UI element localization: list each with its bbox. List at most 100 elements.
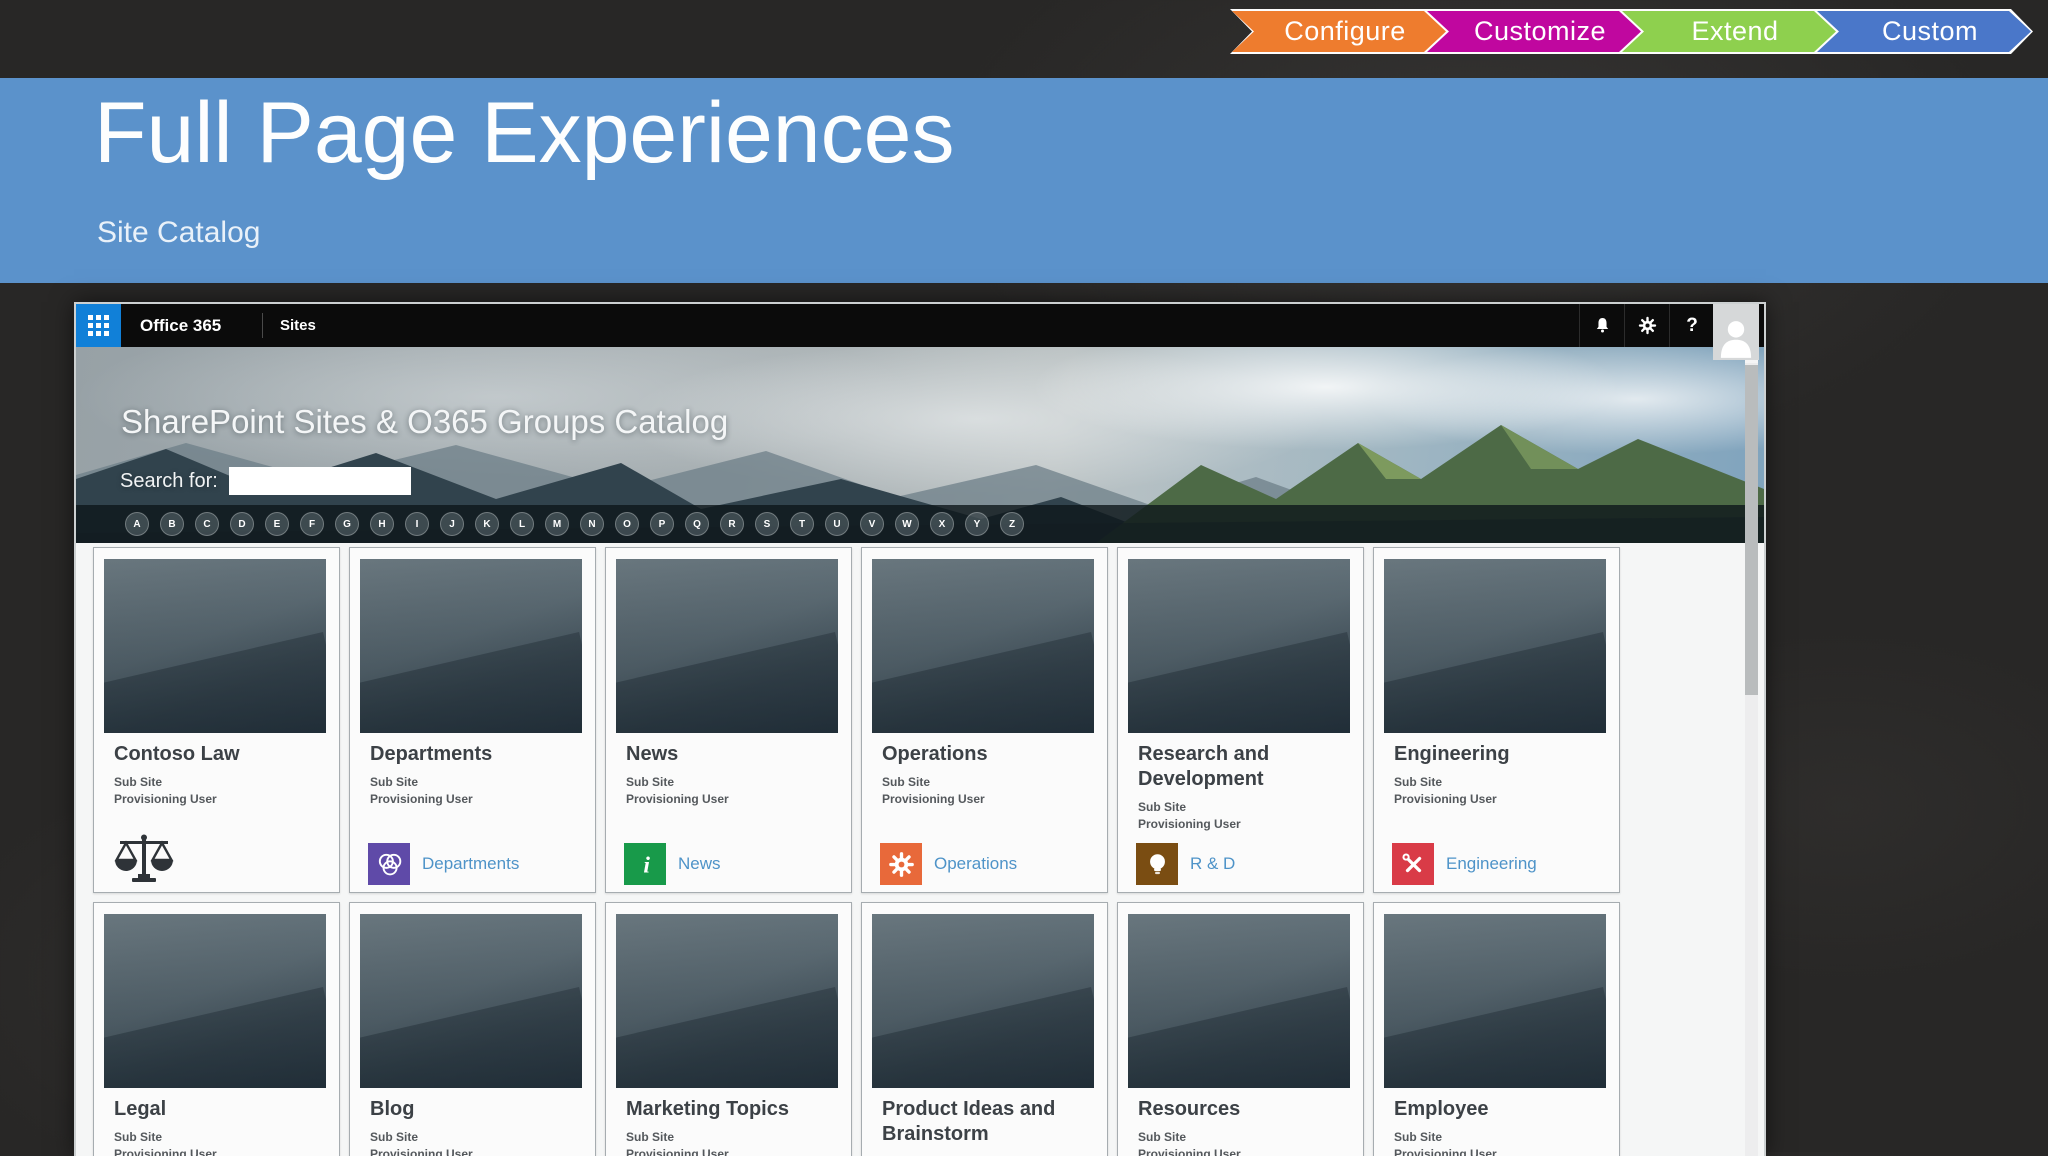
arrow-customize[interactable]: Customize <box>1425 9 1643 54</box>
arrow-extend[interactable]: Extend <box>1620 9 1838 54</box>
card-row-1: Contoso Law Sub Site Provisioning User D… <box>93 547 1620 893</box>
slide-title-banner: Full Page Experiences Site Catalog <box>0 78 2048 283</box>
site-logo: News <box>624 843 721 885</box>
alpha-filter-M[interactable]: M <box>545 512 569 536</box>
site-card[interactable]: Product Ideas and Brainstorm Sub Site Pr… <box>861 902 1108 1156</box>
site-title: Contoso Law <box>114 743 240 765</box>
alpha-filter-X[interactable]: X <box>930 512 954 536</box>
site-card[interactable]: Departments Sub Site Provisioning User D… <box>349 547 596 893</box>
site-title: Resources <box>1138 1098 1241 1120</box>
site-logo: R & D <box>1136 843 1235 885</box>
site-thumbnail <box>1128 559 1350 733</box>
site-type: Sub Site <box>626 1130 675 1144</box>
site-card[interactable]: Employee Sub Site Provisioning User <box>1373 902 1620 1156</box>
slide-title: Full Page Experiences <box>94 85 955 181</box>
alpha-filter-L[interactable]: L <box>510 512 534 536</box>
site-title: Product Ideas and Brainstorm <box>882 1098 1056 1145</box>
site-logo-label: News <box>678 854 721 873</box>
tools-icon <box>1392 843 1434 885</box>
user-avatar[interactable] <box>1713 304 1759 360</box>
site-thumbnail <box>1128 914 1350 1088</box>
page-scrollbar[interactable] <box>1745 347 1758 1156</box>
site-type: Sub Site <box>370 1130 419 1144</box>
alpha-filter-F[interactable]: F <box>300 512 324 536</box>
alpha-filter-B[interactable]: B <box>160 512 184 536</box>
site-card[interactable]: Blog Sub Site Provisioning User <box>349 902 596 1156</box>
alpha-filter-G[interactable]: G <box>335 512 359 536</box>
alpha-filter-P[interactable]: P <box>650 512 674 536</box>
settings-gear-icon[interactable] <box>1624 304 1669 347</box>
alpha-filter-Q[interactable]: Q <box>685 512 709 536</box>
catalog-hero-banner: SharePoint Sites & O365 Groups Catalog S… <box>76 347 1764 543</box>
site-thumbnail <box>616 559 838 733</box>
arrow-label: Customize <box>1473 16 1607 46</box>
alpha-filter-J[interactable]: J <box>440 512 464 536</box>
alpha-filter-V[interactable]: V <box>860 512 884 536</box>
site-card[interactable]: Marketing Topics Sub Site Provisioning U… <box>605 902 852 1156</box>
site-thumbnail <box>104 559 326 733</box>
site-type: Sub Site <box>882 775 931 789</box>
alpha-filter-N[interactable]: N <box>580 512 604 536</box>
alpha-filter-Y[interactable]: Y <box>965 512 989 536</box>
circles-icon <box>368 843 410 885</box>
site-thumbnail <box>360 559 582 733</box>
site-logo: Departments <box>368 843 519 885</box>
alpha-filter-E[interactable]: E <box>265 512 289 536</box>
alpha-filter-C[interactable]: C <box>195 512 219 536</box>
site-owner: Provisioning User <box>882 792 985 806</box>
scrollbar-thumb[interactable] <box>1745 365 1758 695</box>
app-launcher-button[interactable] <box>76 304 121 347</box>
site-thumbnail <box>104 914 326 1088</box>
alphabet-filter-bar: ABCDEFGHIJKLMNOPQRSTUVWXYZ <box>76 505 1764 543</box>
suite-bar-divider <box>262 313 263 338</box>
site-card[interactable]: Operations Sub Site Provisioning User Op… <box>861 547 1108 893</box>
site-title: Marketing Topics <box>626 1098 789 1120</box>
alpha-filter-R[interactable]: R <box>720 512 744 536</box>
alpha-filter-T[interactable]: T <box>790 512 814 536</box>
site-logo-label: Engineering <box>1446 854 1537 873</box>
catalog-title: SharePoint Sites & O365 Groups Catalog <box>121 403 729 440</box>
bulb-icon <box>1136 843 1178 885</box>
site-card[interactable]: Contoso Law Sub Site Provisioning User <box>93 547 340 893</box>
office365-suite-bar: Office 365 Sites ? <box>76 304 1764 360</box>
alpha-filter-K[interactable]: K <box>475 512 499 536</box>
arrow-label: Custom <box>1881 16 1979 46</box>
site-thumbnail <box>1384 559 1606 733</box>
notifications-bell-icon[interactable] <box>1579 304 1624 347</box>
slide-subtitle: Site Catalog <box>97 216 261 249</box>
alpha-filter-O[interactable]: O <box>615 512 639 536</box>
site-type: Sub Site <box>370 775 419 789</box>
person-icon <box>1717 316 1755 360</box>
site-title: Departments <box>370 743 493 765</box>
site-card[interactable]: News Sub Site Provisioning User News <box>605 547 852 893</box>
alpha-filter-Z[interactable]: Z <box>1000 512 1024 536</box>
search-input[interactable] <box>228 467 411 495</box>
site-type: Sub Site <box>1138 1130 1187 1144</box>
site-title: Engineering <box>1394 743 1510 765</box>
alpha-filter-U[interactable]: U <box>825 512 849 536</box>
arrow-custom[interactable]: Custom <box>1815 9 2033 54</box>
sites-nav-link[interactable]: Sites <box>280 304 316 347</box>
arrow-label: Extend <box>1691 16 1779 46</box>
site-logo-label: R & D <box>1190 854 1236 873</box>
site-card[interactable]: Engineering Sub Site Provisioning User E… <box>1373 547 1620 893</box>
office365-brand[interactable]: Office 365 <box>140 304 221 347</box>
alpha-filter-A[interactable]: A <box>125 512 149 536</box>
alpha-filter-S[interactable]: S <box>755 512 779 536</box>
site-title: News <box>626 743 679 765</box>
arrow-configure[interactable]: Configure <box>1230 9 1448 54</box>
site-owner: Provisioning User <box>626 1147 729 1156</box>
site-owner: Provisioning User <box>626 792 729 806</box>
site-owner: Provisioning User <box>370 792 473 806</box>
site-card[interactable]: Research and Development Sub Site Provis… <box>1117 547 1364 893</box>
help-icon[interactable]: ? <box>1669 304 1714 347</box>
alpha-filter-W[interactable]: W <box>895 512 919 536</box>
site-type: Sub Site <box>1394 775 1443 789</box>
site-card[interactable]: Resources Sub Site Provisioning User <box>1117 902 1364 1156</box>
alpha-filter-I[interactable]: I <box>405 512 429 536</box>
alpha-filter-D[interactable]: D <box>230 512 254 536</box>
site-owner: Provisioning User <box>370 1147 473 1156</box>
site-logo-label: Operations <box>934 854 1018 873</box>
alpha-filter-H[interactable]: H <box>370 512 394 536</box>
site-card[interactable]: Legal Sub Site Provisioning User <box>93 902 340 1156</box>
